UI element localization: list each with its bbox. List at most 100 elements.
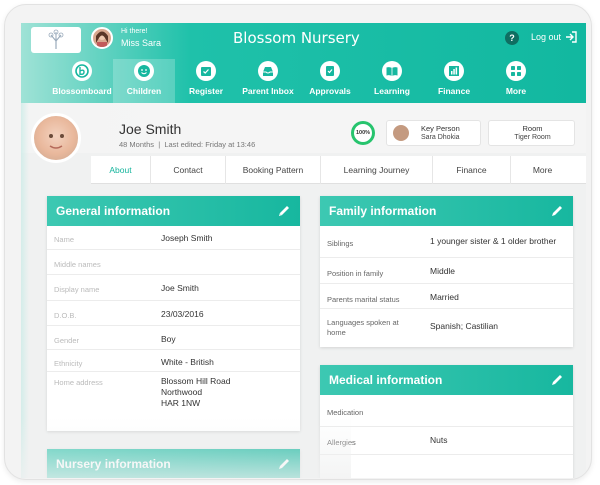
child-age: 48 Months: [119, 140, 155, 149]
book-icon: [382, 61, 402, 81]
completion-value: 100%: [354, 124, 372, 142]
key-person-name: Sara Dhokia: [421, 134, 460, 141]
info-row: D.O.B. 23/03/2016: [47, 301, 300, 326]
logout-icon: [566, 31, 577, 43]
nav-label: Learning: [374, 86, 410, 96]
info-row: Position in family Middle: [320, 258, 573, 284]
row-label: Display name: [54, 285, 100, 294]
info-row: Ethnicity White - British: [47, 350, 300, 372]
key-person-card[interactable]: Key Person Sara Dhokia: [386, 120, 481, 146]
room-heading: Room: [522, 124, 543, 133]
row-value: Middle: [430, 266, 456, 276]
child-face-image: [49, 134, 64, 149]
row-label: D.O.B.: [54, 311, 77, 320]
inbox-icon: [258, 61, 278, 81]
edit-pencil-icon[interactable]: [550, 204, 564, 218]
user-name: Miss Sara: [121, 38, 162, 48]
nav-item-register[interactable]: Register: [175, 59, 237, 103]
edit-pencil-icon[interactable]: [277, 204, 291, 218]
greeting-text: Hi there!: [121, 28, 148, 35]
chart-icon: [444, 61, 464, 81]
row-label: Gender: [54, 336, 80, 345]
row-label: Position in family: [327, 269, 384, 278]
nav-label: Finance: [437, 86, 471, 96]
address-line: Blossom Hill Road: [161, 376, 231, 386]
info-row: Middle names: [47, 250, 300, 275]
nav-label: Blossomboard: [52, 86, 112, 96]
nav-item-finance[interactable]: Finance: [423, 59, 485, 103]
row-label: Name: [54, 235, 75, 244]
key-person-heading: Key Person: [421, 124, 460, 133]
row-value: Joe Smith: [161, 283, 199, 293]
nursery-information-card: Nursery information: [47, 449, 300, 478]
grid-icon: [506, 61, 526, 81]
card-header: Nursery information: [47, 449, 300, 478]
user-avatar[interactable]: [91, 27, 113, 49]
tree-logo-icon: [48, 29, 64, 49]
main-nav: Blossomboard Children Register Parent In…: [51, 59, 547, 103]
card-title: Nursery information: [56, 457, 171, 471]
tab-learning-journey[interactable]: Learning Journey: [321, 156, 433, 184]
general-information-card: General information Name Joseph Smith Mi…: [47, 196, 300, 431]
info-row: Allergies Nuts: [320, 427, 573, 455]
row-value: Spanish; Castilian: [430, 321, 499, 331]
tab-about[interactable]: About: [91, 156, 151, 184]
address-line: HAR 1NW: [161, 398, 201, 408]
room-name: Tiger Room: [514, 134, 551, 141]
nursery-logo: [31, 27, 81, 53]
tab-finance[interactable]: Finance: [433, 156, 511, 184]
row-value: Boy: [161, 334, 176, 344]
profile-completion-ring: 100%: [351, 121, 375, 145]
app-screen: Hi there! Miss Sara Blossom Nursery ? Lo…: [21, 23, 586, 478]
row-label: Parents marital status: [327, 295, 400, 304]
row-label: Home address: [54, 378, 103, 387]
row-value: 1 younger sister & 1 older brother: [430, 236, 557, 246]
info-row: Display name Joe Smith: [47, 275, 300, 301]
family-information-card: Family information Siblings 1 younger si…: [320, 196, 573, 347]
nav-label: More: [505, 86, 527, 96]
room-card[interactable]: Room Tiger Room: [488, 120, 575, 146]
help-icon[interactable]: ?: [505, 31, 519, 45]
info-row: Siblings 1 younger sister & 1 older brot…: [320, 226, 573, 258]
logout-label: Log out: [531, 32, 562, 42]
logout-button[interactable]: Log out: [531, 31, 577, 43]
profile-tabs: About Contact Booking Pattern Learning J…: [91, 156, 586, 184]
row-value: White - British: [161, 357, 214, 367]
nav-item-more[interactable]: More: [485, 59, 547, 103]
nav-label: Register: [188, 86, 223, 96]
info-row: Gender Boy: [47, 326, 300, 350]
blossom-logo-icon: [72, 61, 92, 81]
nav-label: Parent Inbox: [242, 86, 294, 96]
tab-contact[interactable]: Contact: [151, 156, 226, 184]
info-row: Medication: [320, 395, 573, 427]
child-photo[interactable]: [31, 113, 81, 163]
nav-item-children[interactable]: Children: [113, 59, 175, 103]
nav-item-blossomboard[interactable]: Blossomboard: [51, 59, 113, 103]
row-label: Languages spoken at home: [327, 318, 399, 337]
tab-more[interactable]: More: [511, 156, 574, 184]
card-header: General information: [47, 196, 300, 226]
meta-divider: |: [156, 140, 163, 149]
card-header: Medical information: [320, 365, 573, 395]
edit-pencil-icon[interactable]: [550, 373, 564, 387]
row-label: Siblings: [327, 239, 354, 248]
tablet-frame: Hi there! Miss Sara Blossom Nursery ? Lo…: [4, 4, 592, 480]
nav-item-parent-inbox[interactable]: Parent Inbox: [237, 59, 299, 103]
row-label: Allergies: [327, 438, 356, 447]
card-header: Family information: [320, 196, 573, 226]
card-title: Family information: [329, 204, 437, 218]
nav-label: Approvals: [309, 86, 351, 96]
info-row: Parents marital status Married: [320, 284, 573, 309]
app-title: Blossom Nursery: [233, 29, 360, 47]
key-person-avatar: [393, 125, 409, 141]
tab-booking-pattern[interactable]: Booking Pattern: [226, 156, 321, 184]
nav-item-learning[interactable]: Learning: [361, 59, 423, 103]
last-edited: Last edited: Friday at 13:46: [164, 140, 256, 149]
row-value: Joseph Smith: [161, 233, 213, 243]
address-line: Northwood: [161, 387, 203, 397]
child-meta: 48 Months | Last edited: Friday at 13:46: [119, 140, 255, 149]
row-value: Nuts: [430, 435, 448, 445]
nav-item-approvals[interactable]: Approvals: [299, 59, 361, 103]
edit-pencil-icon[interactable]: [277, 457, 291, 471]
side-scroll-edge: [21, 103, 29, 478]
